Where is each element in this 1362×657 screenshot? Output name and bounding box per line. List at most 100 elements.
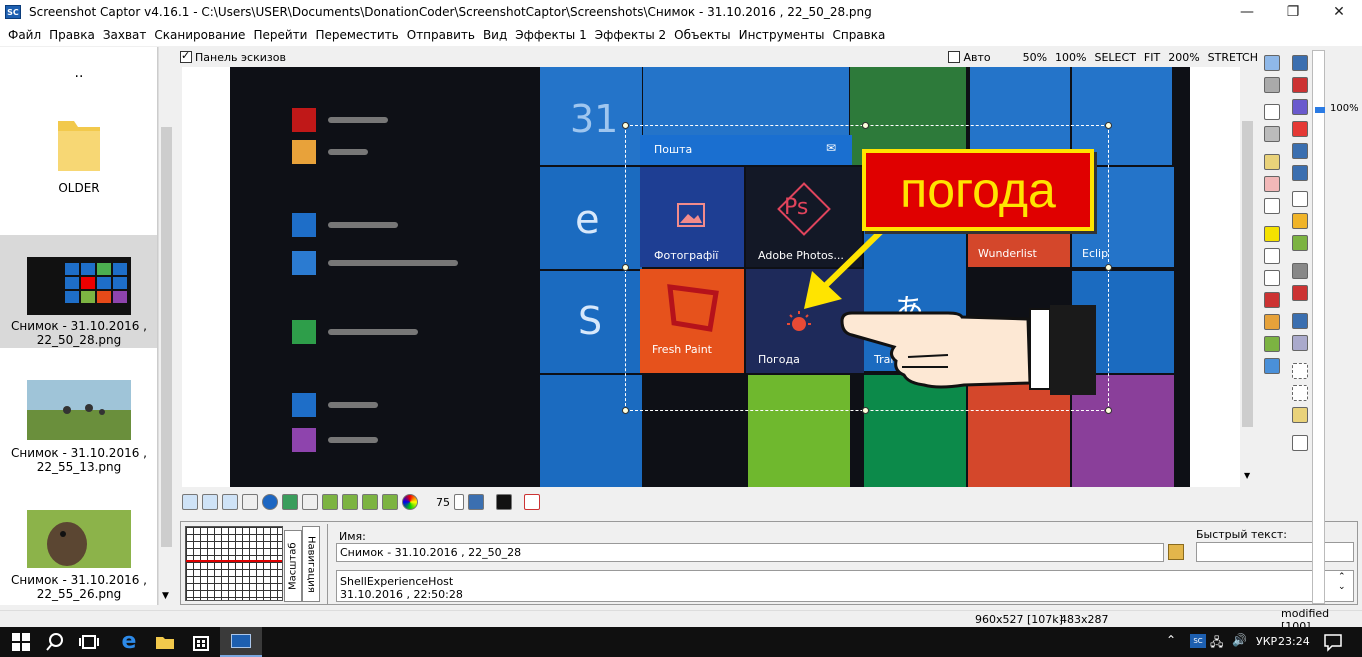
name-input[interactable]: Снимок - 31.10.2016 , 22_50_28 <box>336 543 1164 562</box>
navigation-preview[interactable] <box>185 526 283 601</box>
rotate-left-icon[interactable] <box>182 494 198 510</box>
zoom-stepper[interactable] <box>454 494 464 510</box>
resize-icon[interactable] <box>322 494 338 510</box>
menu-objects[interactable]: Объекты <box>670 28 734 42</box>
zoom-fit[interactable]: FIT <box>1144 51 1160 64</box>
zoom-stretch[interactable]: STRETCH <box>1208 51 1258 64</box>
save-as-icon[interactable] <box>1292 77 1308 93</box>
clipboard-icon[interactable] <box>1292 213 1308 229</box>
menu-tools[interactable]: Инструменты <box>735 28 829 42</box>
selection-handle[interactable] <box>862 407 869 414</box>
selection-handle[interactable] <box>1105 264 1112 271</box>
zoom-200[interactable]: 200% <box>1168 51 1199 64</box>
menu-effects1[interactable]: Эффекты 1 <box>511 28 590 42</box>
taskbar-screenshot-captor[interactable] <box>220 627 262 657</box>
description-scroll-icon[interactable]: ⌃ ⌄ <box>1338 572 1346 592</box>
description-textarea[interactable]: ShellExperienceHost 31.10.2016 , 22:50:2… <box>336 570 1354 602</box>
search-icon[interactable] <box>44 631 66 653</box>
quick-text-input[interactable] <box>1196 542 1354 562</box>
menu-help[interactable]: Справка <box>828 28 889 42</box>
thumbnail-item[interactable]: Снимок - 31.10.2016 , 22_55_13.png <box>0 380 157 480</box>
grid-icon[interactable] <box>282 494 298 510</box>
menu-file[interactable]: Файл <box>4 28 45 42</box>
tab-navigation[interactable]: Навигация <box>302 526 320 602</box>
thumbnail-item[interactable]: Снимок - 31.10.2016 , 22_50_28.png <box>0 235 157 348</box>
menu-capture[interactable]: Захват <box>99 28 151 42</box>
close-button[interactable]: ✕ <box>1316 0 1362 24</box>
thumbs-checkbox[interactable] <box>180 49 192 63</box>
pointing-hand-annotation[interactable] <box>838 305 1098 395</box>
select-icon[interactable] <box>1292 363 1308 379</box>
zoom-slider[interactable] <box>1312 50 1325 604</box>
zoom-100[interactable]: 100% <box>1055 51 1086 64</box>
explorer-icon[interactable] <box>154 631 176 653</box>
blank-icon[interactable] <box>1264 104 1280 120</box>
crop-tool-icon[interactable] <box>1292 435 1308 451</box>
windows-start-icon[interactable] <box>10 631 32 653</box>
selection-handle[interactable] <box>1105 122 1112 129</box>
callout-box[interactable]: погода <box>862 149 1094 231</box>
tray-screenshot-captor-icon[interactable]: SC <box>1190 634 1206 648</box>
menu-edit[interactable]: Правка <box>45 28 99 42</box>
selection-handle[interactable] <box>622 264 629 271</box>
window-capture-icon[interactable] <box>1264 55 1280 71</box>
image-icon[interactable] <box>1264 358 1280 374</box>
brush-icon[interactable] <box>1264 292 1280 308</box>
shapes-icon[interactable] <box>1264 336 1280 352</box>
tab-scale[interactable]: Масштаб <box>284 530 302 602</box>
store-icon[interactable] <box>190 631 212 653</box>
undo-icon[interactable] <box>1292 191 1308 207</box>
monitor-icon[interactable] <box>468 494 484 510</box>
save-icon[interactable] <box>1292 55 1308 71</box>
text-icon[interactable] <box>1264 270 1280 286</box>
parent-folder-item[interactable]: .. <box>0 65 157 81</box>
select-all-icon[interactable] <box>1292 385 1308 401</box>
resize-both-icon[interactable] <box>382 494 398 510</box>
scroll-thumb[interactable] <box>161 127 172 547</box>
print-icon[interactable] <box>1292 121 1308 137</box>
document-icon[interactable] <box>524 494 540 510</box>
select-object-icon[interactable] <box>1292 407 1308 423</box>
eraser-icon[interactable] <box>1264 176 1280 192</box>
stamp-icon[interactable] <box>1264 314 1280 330</box>
menu-scan[interactable]: Сканирование <box>150 28 249 42</box>
image-vertical-scrollbar[interactable]: ▼ <box>1240 67 1256 487</box>
selection-handle[interactable] <box>622 407 629 414</box>
color-wheel-icon[interactable] <box>402 494 418 510</box>
zoom-select[interactable]: SELECT <box>1095 51 1136 64</box>
selection-handle[interactable] <box>622 122 629 129</box>
highlight-icon[interactable] <box>1264 226 1280 242</box>
folder-item[interactable]: OLDER <box>0 115 157 215</box>
task-view-icon[interactable] <box>78 631 100 653</box>
region-capture-icon[interactable] <box>1264 77 1280 93</box>
pen-icon[interactable] <box>1264 248 1280 264</box>
maximize-button[interactable]: ❐ <box>1270 0 1316 24</box>
menu-view[interactable]: Вид <box>479 28 511 42</box>
auto-checkbox[interactable] <box>948 51 961 63</box>
link-icon[interactable] <box>1292 335 1308 351</box>
pointer-icon[interactable] <box>496 494 512 510</box>
edge-icon[interactable]: e <box>118 631 140 653</box>
rotate-right-icon[interactable] <box>202 494 218 510</box>
email-icon[interactable] <box>1292 143 1308 159</box>
selection-handle[interactable] <box>1105 407 1112 414</box>
minimize-button[interactable]: — <box>1224 0 1270 24</box>
folder-open-icon[interactable] <box>1168 544 1184 560</box>
sharpen-icon[interactable] <box>302 494 318 510</box>
thumbnail-scrollbar[interactable]: ▼ <box>158 47 174 605</box>
screenshot-canvas[interactable]: 31 e S Пошта ✉ Фотографії Ps Adobe Photo… <box>230 67 1190 487</box>
marker-icon[interactable] <box>1264 154 1280 170</box>
network-icon[interactable]: 🖧 <box>1210 633 1223 654</box>
menu-effects2[interactable]: Эффекты 2 <box>591 28 670 42</box>
edit-icon[interactable] <box>1292 99 1308 115</box>
globe-icon[interactable] <box>262 494 278 510</box>
notifications-icon[interactable] <box>1322 631 1344 653</box>
scroll-down-icon[interactable]: ▼ <box>162 591 169 601</box>
shadow-icon[interactable] <box>1264 126 1280 142</box>
zoom-50[interactable]: 50% <box>1023 51 1047 64</box>
blur-icon[interactable] <box>1264 198 1280 214</box>
volume-icon[interactable]: 🔊 <box>1232 633 1247 647</box>
flip-icon[interactable] <box>222 494 238 510</box>
selection-handle[interactable] <box>862 122 869 129</box>
upload-icon[interactable] <box>1292 165 1308 181</box>
